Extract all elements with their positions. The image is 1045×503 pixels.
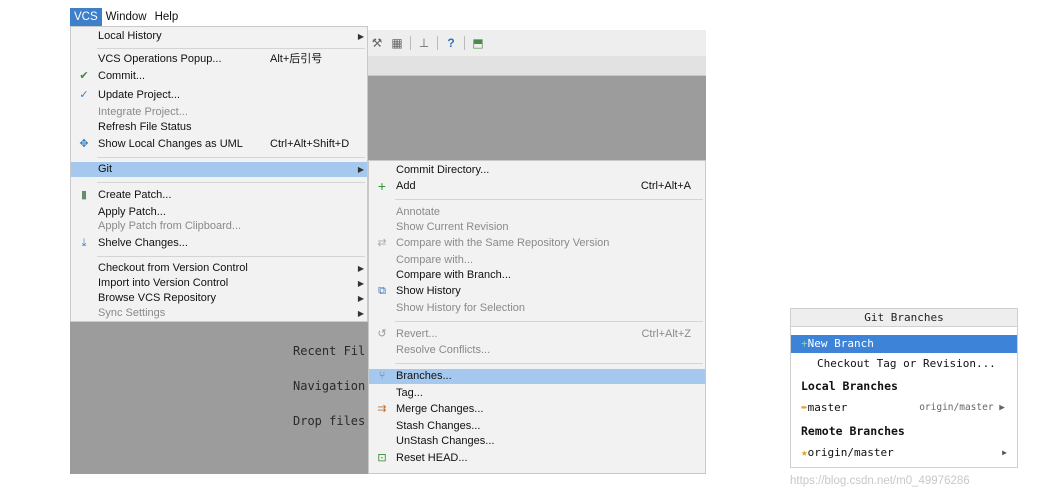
menu-item-merge-changes[interactable]: ⇉ Merge Changes... bbox=[369, 402, 705, 417]
uml-icon: ✥ bbox=[79, 138, 89, 150]
menu-item-sync-settings[interactable]: Sync Settings ▶ bbox=[71, 306, 367, 321]
patch-icon: ▮ bbox=[80, 189, 88, 201]
history-icon: ⧉ bbox=[378, 285, 386, 297]
menu-item-import-version-control[interactable]: Import into Version Control ▶ bbox=[71, 276, 367, 291]
branch-icon: ⑂ bbox=[378, 370, 386, 382]
menu-item-show-local-changes-uml[interactable]: ✥ Show Local Changes as UML Ctrl+Alt+Shift… bbox=[71, 137, 367, 152]
menu-separator bbox=[97, 157, 365, 158]
ide-tab-strip bbox=[368, 56, 706, 76]
menu-item-refresh-file-status[interactable]: Refresh File Status bbox=[71, 120, 367, 135]
star-icon: ★ bbox=[801, 446, 808, 459]
vcs-menu: Local History ▶ VCS Operations Popup... Al… bbox=[70, 26, 368, 322]
compare-icon: ⇄ bbox=[377, 237, 387, 249]
git-submenu: Commit Directory... + Add Ctrl+Alt+A Annot… bbox=[368, 160, 706, 474]
menu-item-commit-directory[interactable]: Commit Directory... bbox=[369, 163, 705, 178]
local-branches-header: Local Branches bbox=[801, 379, 898, 393]
merge-icon: ⇉ bbox=[377, 403, 387, 415]
checkout-tag-item[interactable]: Checkout Tag or Revision... bbox=[791, 355, 1017, 373]
submenu-arrow-icon: ▶ bbox=[357, 264, 364, 273]
git-branches-popup: Git Branches +New Branch Checkout Tag or… bbox=[790, 308, 1018, 468]
shelve-icon: ⤓ bbox=[81, 237, 87, 249]
menu-item-create-patch[interactable]: ▮ Create Patch... bbox=[71, 188, 367, 203]
menu-item-reset-head[interactable]: ⊡ Reset HEAD... bbox=[369, 451, 705, 466]
menu-item-checkout-version-control[interactable]: Checkout from Version Control ▶ bbox=[71, 261, 367, 276]
commit-icon: ✔ bbox=[79, 70, 89, 82]
structure-icon[interactable]: ▦ bbox=[390, 36, 404, 50]
menu-separator bbox=[395, 363, 703, 364]
menubar: VCS Window Help bbox=[70, 8, 183, 26]
plus-icon: + bbox=[377, 178, 387, 194]
submenu-arrow-icon: ▶ bbox=[357, 165, 364, 174]
menu-item-apply-patch[interactable]: Apply Patch... bbox=[71, 205, 367, 220]
menu-item-revert[interactable]: ↺ Revert... Ctrl+Alt+Z bbox=[369, 327, 705, 342]
menu-item-browse-vcs-repository[interactable]: Browse VCS Repository ▶ bbox=[71, 291, 367, 306]
menu-item-apply-patch-clipboard[interactable]: Apply Patch from Clipboard... bbox=[71, 219, 367, 234]
update-icon: ✓ bbox=[79, 89, 89, 101]
menu-item-show-history-selection[interactable]: Show History for Selection bbox=[369, 301, 705, 316]
watermark: https://blog.csdn.net/m0_49976286 bbox=[790, 475, 970, 487]
revert-icon: ↺ bbox=[377, 328, 387, 340]
menu-window[interactable]: Window bbox=[102, 8, 151, 26]
menu-item-stash-changes[interactable]: Stash Changes... bbox=[369, 419, 705, 434]
wrench-icon[interactable]: ⚒ bbox=[370, 36, 384, 50]
menu-item-shelve-changes[interactable]: ⤓ Shelve Changes... bbox=[71, 236, 367, 251]
toolbar-separator bbox=[410, 36, 411, 50]
reset-icon: ⊡ bbox=[377, 452, 387, 464]
menu-item-commit[interactable]: ✔ Commit... bbox=[71, 69, 367, 84]
menu-item-resolve-conflicts[interactable]: Resolve Conflicts... bbox=[369, 343, 705, 358]
menu-item-show-current-revision[interactable]: Show Current Revision bbox=[369, 220, 705, 235]
toolbar-separator bbox=[437, 36, 438, 50]
ide-toolbar: ⚒ ▦ ⊥ ? ⬒ bbox=[368, 30, 706, 56]
vcs-icon[interactable]: ⬒ bbox=[471, 36, 485, 50]
menu-vcs[interactable]: VCS bbox=[70, 8, 102, 26]
menu-item-git[interactable]: Git ▶ bbox=[71, 162, 367, 177]
remote-branches-header: Remote Branches bbox=[801, 424, 905, 438]
menu-item-compare-with-branch[interactable]: Compare with Branch... bbox=[369, 268, 705, 283]
menu-separator bbox=[395, 199, 703, 200]
git-branches-title: Git Branches bbox=[791, 309, 1017, 327]
new-branch-item[interactable]: +New Branch bbox=[791, 335, 1017, 353]
menu-item-unstash-changes[interactable]: UnStash Changes... bbox=[369, 434, 705, 449]
submenu-arrow-icon: ▶ bbox=[357, 294, 364, 303]
help-icon[interactable]: ? bbox=[444, 36, 458, 50]
menu-item-branches[interactable]: ⑂ Branches... bbox=[369, 369, 705, 384]
submenu-arrow-icon: ▶ bbox=[1002, 448, 1007, 457]
remote-branch-origin-master[interactable]: ★origin/master ▶ bbox=[791, 444, 1017, 462]
menu-item-annotate[interactable]: Annotate bbox=[369, 205, 705, 220]
menu-item-local-history[interactable]: Local History ▶ bbox=[71, 29, 367, 44]
submenu-arrow-icon: ▶ bbox=[357, 309, 364, 318]
menu-separator bbox=[97, 182, 365, 183]
recent-files-hint: Recent Fil bbox=[293, 344, 366, 358]
tracking-branch-label: origin/master ▶ bbox=[919, 402, 1005, 413]
menu-separator bbox=[97, 48, 365, 49]
menu-help[interactable]: Help bbox=[151, 8, 183, 26]
menu-item-compare-same-repo[interactable]: ⇄ Compare with the Same Repository Versio… bbox=[369, 236, 705, 251]
drop-files-hint: Drop files bbox=[293, 414, 366, 428]
submenu-arrow-icon: ▶ bbox=[357, 279, 364, 288]
menu-item-compare-with[interactable]: Compare with... bbox=[369, 253, 705, 268]
tag-icon: ➨ bbox=[801, 401, 808, 414]
menu-separator bbox=[97, 256, 365, 257]
menu-item-integrate-project[interactable]: Integrate Project... bbox=[71, 105, 367, 120]
menu-item-update-project[interactable]: ✓ Update Project... bbox=[71, 88, 367, 103]
menu-separator bbox=[395, 321, 703, 322]
toolbar-separator bbox=[464, 36, 465, 50]
local-branch-master[interactable]: ➨master origin/master ▶ bbox=[791, 399, 1017, 417]
menu-item-tag[interactable]: Tag... bbox=[369, 386, 705, 401]
plus-icon: + bbox=[801, 337, 808, 350]
sdk-icon[interactable]: ⊥ bbox=[417, 36, 431, 50]
navigation-hint: Navigation bbox=[293, 379, 366, 393]
menu-item-show-history[interactable]: ⧉ Show History bbox=[369, 284, 705, 299]
submenu-arrow-icon: ▶ bbox=[357, 32, 364, 41]
menu-item-add[interactable]: + Add Ctrl+Alt+A bbox=[369, 179, 705, 194]
menu-item-vcs-operations-popup[interactable]: VCS Operations Popup... Alt+后引号 bbox=[71, 52, 367, 67]
